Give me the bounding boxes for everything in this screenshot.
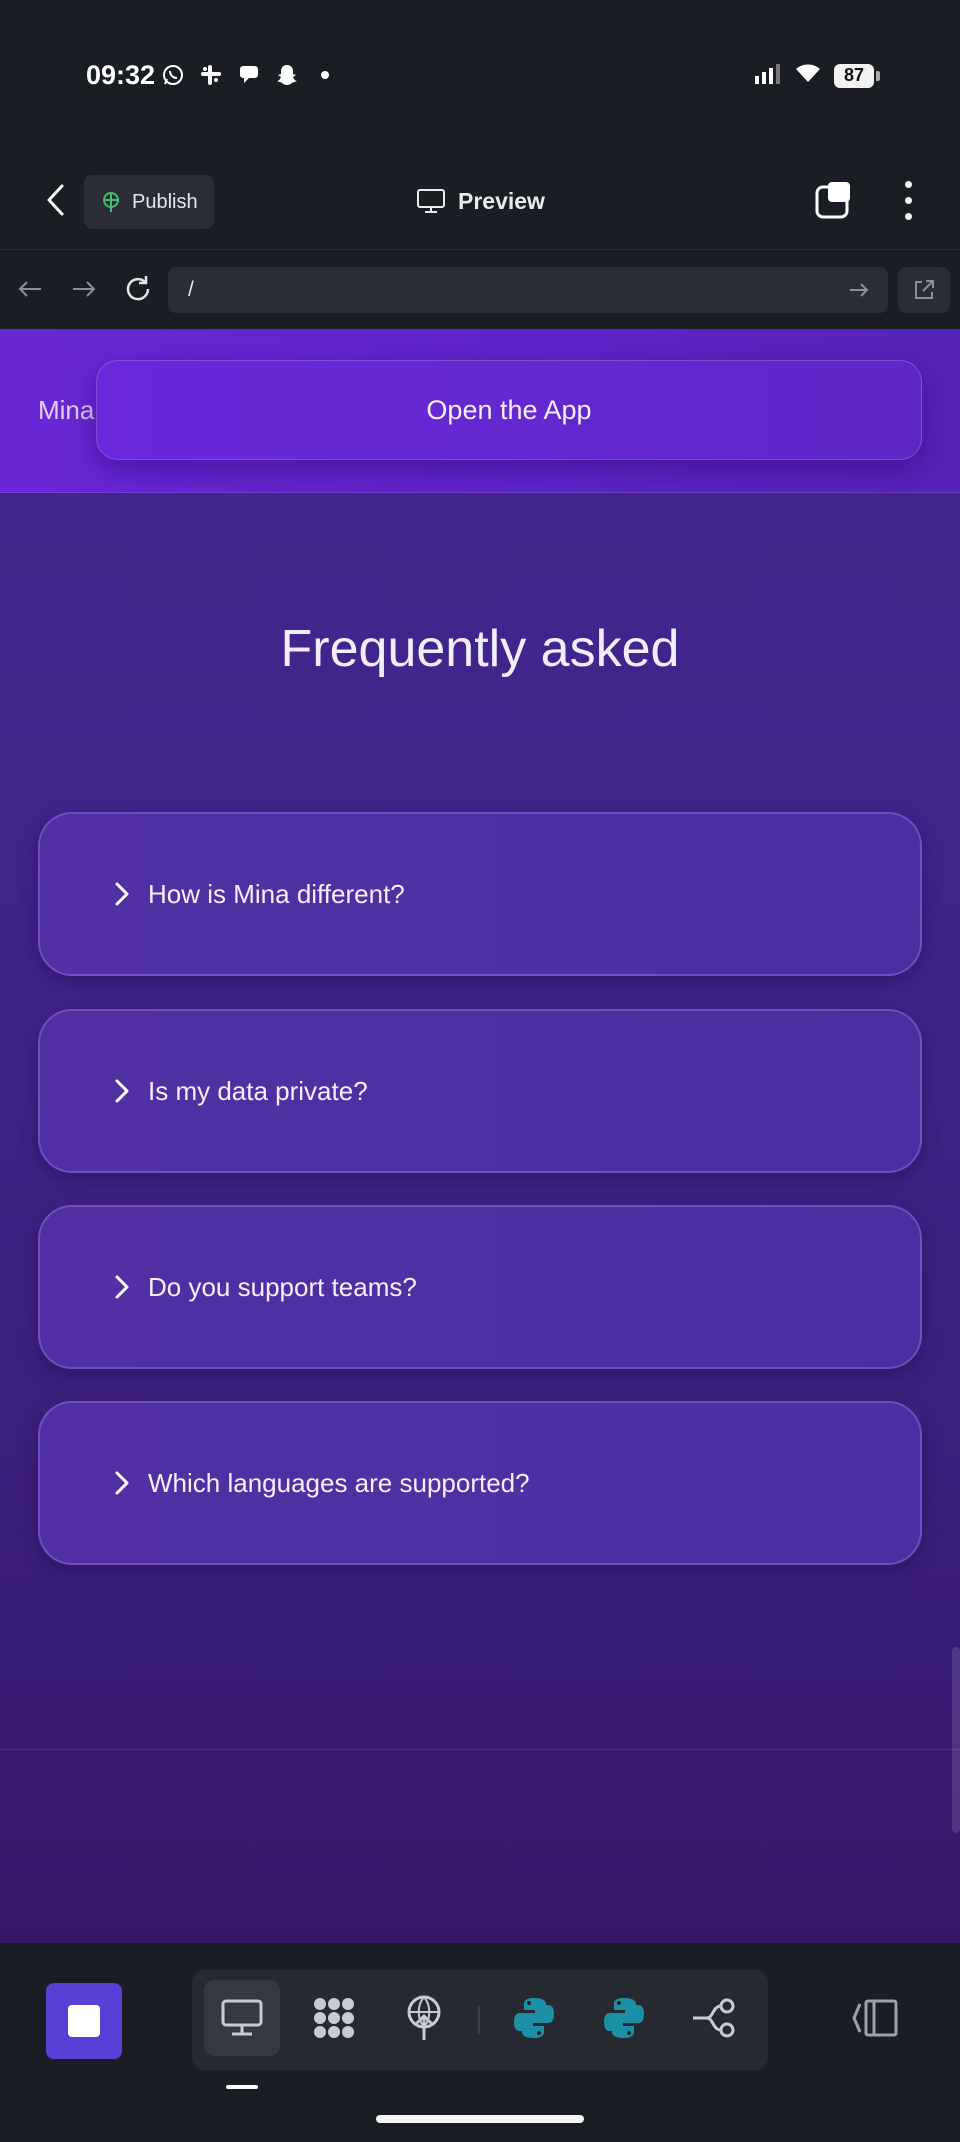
desktop-tool-button[interactable]: [204, 1980, 280, 2056]
nav-back-button[interactable]: [12, 271, 48, 307]
open-app-button[interactable]: Open the App: [96, 360, 922, 460]
editor-toolbar: Publish Preview: [0, 150, 960, 250]
faq-question: How is Mina different?: [148, 878, 405, 909]
page-preview: Mina Open the App Frequently asked How i…: [0, 329, 960, 1943]
home-indicator[interactable]: [376, 2115, 584, 2123]
deploy-icon: [407, 1995, 441, 2040]
more-options-button[interactable]: [896, 176, 920, 224]
arrow-left-icon: [18, 281, 41, 297]
side-panel-button[interactable]: [850, 1993, 900, 2043]
back-button[interactable]: [38, 178, 74, 222]
battery-indicator: 87: [834, 63, 880, 88]
faq-item[interactable]: How is Mina different?: [38, 812, 922, 976]
publish-label: Publish: [132, 190, 198, 213]
bottom-toolbar: [0, 1943, 960, 2142]
python-tool-button[interactable]: [496, 1980, 572, 2056]
desktop-icon: [221, 1999, 263, 2036]
slack-icon: [198, 62, 224, 88]
chevron-right-icon: [110, 1076, 134, 1106]
toolbar-separator: [478, 2006, 480, 2034]
address-bar: /: [0, 251, 960, 329]
url-text: /: [188, 278, 194, 301]
brand-name[interactable]: Mina: [38, 395, 94, 426]
workflow-icon: [693, 1998, 735, 2038]
chevron-right-icon: [110, 879, 134, 909]
grid-tool-button[interactable]: [296, 1980, 372, 2056]
dot-icon: [312, 62, 338, 88]
status-bar: 09:32 87: [0, 0, 960, 150]
reload-button[interactable]: [120, 271, 156, 307]
status-time: 09:32: [86, 60, 156, 90]
wifi-icon: [794, 62, 822, 89]
more-dot-icon: [904, 196, 912, 204]
publish-globe-icon: [103, 192, 119, 212]
snapchat-icon: [274, 62, 300, 88]
arrow-right-icon: [73, 281, 96, 297]
faq-question: Which languages are supported?: [148, 1467, 530, 1498]
whatsapp-icon: [160, 62, 186, 88]
chevron-left-icon: [47, 184, 64, 216]
notification-icons: [160, 62, 338, 88]
faq-title: Frequently asked: [280, 620, 680, 678]
more-dot-icon: [904, 180, 912, 188]
more-dot-icon: [904, 212, 912, 220]
workflow-tool-button[interactable]: [676, 1980, 752, 2056]
python-icon: [514, 1998, 554, 2038]
site-header: Mina Open the App: [0, 329, 960, 493]
tabs-icon: [815, 182, 850, 219]
faq-item[interactable]: Which languages are supported?: [38, 1401, 922, 1565]
chat-bubble-icon: [236, 62, 262, 88]
nav-forward-button[interactable]: [66, 271, 102, 307]
monitor-icon: [417, 189, 445, 213]
python-icon: [604, 1998, 644, 2038]
page-scrollbar[interactable]: [952, 1647, 960, 1833]
faq-item[interactable]: Is my data private?: [38, 1009, 922, 1173]
side-panel-icon: [852, 1999, 898, 2037]
arrow-right-icon: [850, 283, 869, 297]
tabs-button[interactable]: [814, 180, 854, 220]
publish-button[interactable]: Publish: [84, 175, 214, 229]
faq-question: Is my data private?: [148, 1075, 368, 1106]
stop-icon: [68, 2005, 100, 2037]
reload-icon: [126, 276, 150, 301]
stop-button[interactable]: [46, 1983, 122, 2059]
chevron-right-icon: [110, 1272, 134, 1302]
faq-item[interactable]: Do you support teams?: [38, 1205, 922, 1369]
chevron-right-icon: [110, 1468, 134, 1498]
url-input[interactable]: /: [168, 267, 888, 313]
python-tool-button[interactable]: [586, 1980, 662, 2056]
external-link-icon: [915, 280, 934, 299]
active-tool-indicator: [226, 2085, 258, 2089]
tool-group: [192, 1970, 768, 2070]
faq-question: Do you support teams?: [148, 1271, 417, 1302]
go-button[interactable]: [844, 275, 874, 305]
system-status: 87: [754, 62, 880, 89]
deploy-tool-button[interactable]: [386, 1980, 462, 2056]
signal-icon: [754, 62, 782, 89]
preview-toggle[interactable]: Preview: [416, 180, 545, 222]
preview-label: Preview: [458, 187, 545, 214]
grid-icon: [314, 1998, 354, 2038]
open-external-button[interactable]: [898, 267, 950, 313]
footer-divider: [0, 1749, 960, 1750]
